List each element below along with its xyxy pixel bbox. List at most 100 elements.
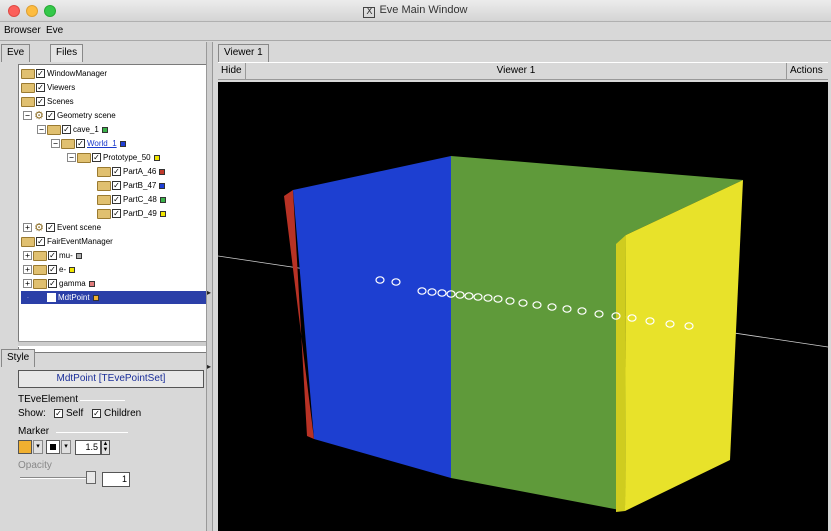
tree-item-mdtpoint[interactable]: · ✓ MdtPoint bbox=[21, 291, 207, 304]
menu-eve[interactable]: Eve bbox=[46, 25, 63, 36]
hide-button[interactable]: Hide bbox=[218, 63, 246, 80]
folder-icon bbox=[97, 208, 111, 219]
marker-color-button[interactable] bbox=[18, 440, 32, 454]
tree-checkbox[interactable]: ✓ bbox=[48, 279, 57, 289]
tree-checkbox[interactable]: ✓ bbox=[36, 237, 45, 247]
3d-viewport[interactable] bbox=[218, 82, 828, 531]
collapse-icon[interactable]: − bbox=[37, 125, 46, 135]
color-swatch[interactable] bbox=[159, 168, 166, 175]
tree-item-parta-46[interactable]: ✓ PartA_46 bbox=[97, 165, 166, 178]
color-swatch[interactable] bbox=[75, 252, 82, 259]
tree-item-cave-1[interactable]: − ✓ cave_1 bbox=[37, 123, 108, 136]
color-swatch[interactable] bbox=[88, 280, 95, 287]
folder-icon bbox=[33, 278, 47, 289]
tree-checkbox[interactable]: ✓ bbox=[36, 97, 45, 107]
part-d-side bbox=[616, 235, 626, 512]
tree-checkbox[interactable]: ✓ bbox=[48, 265, 57, 275]
tree-checkbox[interactable]: ✓ bbox=[92, 153, 101, 163]
tree-item-windowmanager[interactable]: ✓ WindowManager bbox=[21, 67, 107, 80]
self-checkbox[interactable]: ✓ bbox=[54, 409, 63, 418]
tree-item-viewers[interactable]: ✓ Viewers bbox=[21, 81, 75, 94]
tree-item-e[interactable]: + ✓ e- bbox=[23, 263, 76, 276]
tree-item-scenes[interactable]: ✓ Scenes bbox=[21, 95, 74, 108]
menu-browser[interactable]: Browser bbox=[4, 25, 41, 36]
panel-splitter[interactable] bbox=[206, 42, 213, 531]
viewer-toolbar: Hide Viewer 1 Actions bbox=[218, 62, 828, 80]
tab-style[interactable]: Style bbox=[1, 349, 36, 367]
scene-icon: ⚙ bbox=[34, 108, 44, 122]
tree-item-event-scene[interactable]: + ⚙ ✓ Event scene bbox=[23, 221, 101, 234]
opacity-input[interactable]: 1 bbox=[102, 472, 130, 487]
color-swatch[interactable] bbox=[69, 266, 76, 273]
opacity-slider-handle[interactable] bbox=[86, 471, 96, 484]
tree-item-prototype-50[interactable]: − ✓ Prototype_50 bbox=[67, 151, 160, 164]
folder-icon bbox=[33, 250, 47, 261]
tree-checkbox[interactable]: ✓ bbox=[112, 195, 121, 205]
horizontal-splitter[interactable] bbox=[18, 341, 206, 347]
tree-checkbox[interactable]: ✓ bbox=[112, 209, 121, 219]
window-title: Eve Main Window bbox=[379, 4, 468, 16]
color-swatch[interactable] bbox=[159, 210, 166, 217]
marker-size-input[interactable]: 1.5 bbox=[75, 440, 101, 455]
tree-checkbox[interactable]: ✓ bbox=[62, 125, 71, 135]
tree-checkbox[interactable]: ✓ bbox=[46, 111, 55, 121]
opacity-slider-track[interactable] bbox=[20, 477, 95, 479]
tree-item-world-1[interactable]: − ✓ World_1 bbox=[51, 137, 126, 150]
color-swatch[interactable] bbox=[92, 294, 99, 301]
tab-files[interactable]: Files bbox=[50, 44, 84, 62]
actions-button[interactable]: Actions bbox=[786, 63, 828, 80]
tree-item-faireventmanager[interactable]: ✓ FairEventManager bbox=[21, 235, 113, 248]
left-panel: Eve Files ✓ WindowManager ✓ Viewers ✓ Scene… bbox=[0, 42, 213, 531]
expand-icon[interactable]: + bbox=[23, 265, 32, 275]
folder-icon bbox=[97, 166, 111, 177]
marker-color-dropdown[interactable]: ▾ bbox=[33, 440, 43, 454]
collapse-icon[interactable]: − bbox=[23, 111, 32, 121]
tree-checkbox[interactable]: ✓ bbox=[76, 139, 85, 149]
tree-item-partc-48[interactable]: ✓ PartC_48 bbox=[97, 193, 166, 206]
folder-icon bbox=[33, 264, 47, 275]
color-swatch[interactable] bbox=[159, 196, 166, 203]
color-swatch[interactable] bbox=[119, 140, 126, 147]
open-folder-icon bbox=[61, 138, 75, 149]
tree-item-geometry-scene[interactable]: − ⚙ ✓ Geometry scene bbox=[23, 109, 116, 122]
tree-checkbox[interactable]: ✓ bbox=[47, 293, 56, 303]
tree-checkbox[interactable]: ✓ bbox=[46, 223, 55, 233]
3d-scene bbox=[218, 156, 828, 512]
folder-icon bbox=[21, 82, 35, 93]
folder-icon bbox=[97, 194, 111, 205]
marker-size-spinner[interactable]: ▲ ▼ bbox=[101, 440, 110, 455]
open-folder-icon bbox=[21, 96, 35, 107]
expand-icon[interactable]: + bbox=[23, 279, 32, 289]
tree-item-mu[interactable]: + ✓ mu- bbox=[23, 249, 82, 262]
folder-icon bbox=[97, 180, 111, 191]
color-swatch[interactable] bbox=[153, 154, 160, 161]
tree-checkbox[interactable]: ✓ bbox=[112, 181, 121, 191]
collapse-icon[interactable]: − bbox=[67, 153, 76, 163]
expand-icon[interactable]: + bbox=[23, 223, 32, 233]
open-folder-icon bbox=[21, 236, 35, 247]
tab-viewer-1[interactable]: Viewer 1 bbox=[218, 44, 269, 62]
tree-checkbox[interactable]: ✓ bbox=[48, 251, 57, 261]
tree-checkbox[interactable]: ✓ bbox=[112, 167, 121, 177]
tree-line-icon: · bbox=[26, 293, 30, 303]
object-name-button[interactable]: MdtPoint [TEvePointSet] bbox=[18, 370, 204, 388]
color-swatch[interactable] bbox=[159, 182, 166, 189]
collapse-icon[interactable]: − bbox=[51, 139, 60, 149]
tree-item-partb-47[interactable]: ✓ PartB_47 bbox=[97, 179, 166, 192]
viewer-panel: Viewer 1 Hide Viewer 1 Actions bbox=[214, 42, 831, 531]
marker-style-button[interactable] bbox=[46, 440, 60, 454]
x11-icon: X bbox=[363, 7, 376, 18]
self-label: Self bbox=[66, 408, 84, 419]
color-swatch[interactable] bbox=[101, 126, 108, 133]
tab-eve[interactable]: Eve bbox=[1, 44, 31, 62]
expand-icon[interactable]: + bbox=[23, 251, 32, 261]
tree-item-partd-49[interactable]: ✓ PartD_49 bbox=[97, 207, 166, 220]
tree-checkbox[interactable]: ✓ bbox=[36, 69, 45, 79]
show-label: Show: bbox=[18, 408, 46, 419]
marker-style-dropdown[interactable]: ▾ bbox=[61, 440, 71, 454]
tree-item-gamma[interactable]: + ✓ gamma bbox=[23, 277, 95, 290]
opacity-label: Opacity bbox=[18, 460, 52, 471]
children-checkbox[interactable]: ✓ bbox=[92, 409, 101, 418]
tree-checkbox[interactable]: ✓ bbox=[36, 83, 45, 93]
eve-tree[interactable]: ✓ WindowManager ✓ Viewers ✓ Scenes − ⚙ ✓ Geome… bbox=[18, 64, 208, 353]
